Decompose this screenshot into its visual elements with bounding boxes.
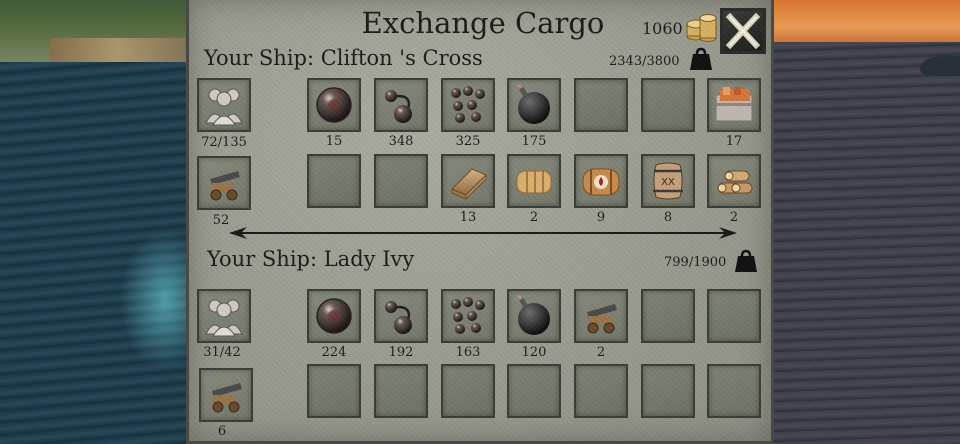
empty-cargo-slot[interactable] bbox=[574, 364, 628, 418]
empty-cargo-slot[interactable] bbox=[707, 289, 761, 343]
logs-count: 2 bbox=[729, 210, 739, 225]
grapeshot-slot[interactable] bbox=[441, 78, 495, 132]
rum-barrel-slot[interactable] bbox=[574, 154, 628, 208]
cannon-icon bbox=[579, 294, 623, 338]
bomb-count: 175 bbox=[521, 134, 547, 149]
close-button[interactable] bbox=[720, 8, 766, 54]
chain-shot-icon bbox=[379, 83, 423, 127]
weight-icon bbox=[735, 249, 757, 272]
empty-cargo-slot[interactable] bbox=[574, 78, 628, 132]
sky-right bbox=[770, 0, 960, 45]
ship1-cannons-slot[interactable] bbox=[197, 156, 251, 210]
crew-icon bbox=[202, 294, 246, 338]
crate-count: 17 bbox=[725, 134, 743, 149]
ship1-weight: 2343/3800 bbox=[609, 54, 680, 69]
ship1-crew-count: 72/135 bbox=[201, 135, 247, 150]
cannonball-count: 15 bbox=[325, 134, 343, 149]
planks-count: 13 bbox=[459, 210, 477, 225]
empty-cargo-slot[interactable] bbox=[441, 364, 495, 418]
crate-slot[interactable] bbox=[707, 78, 761, 132]
ship2-cannon-count: 6 bbox=[217, 424, 227, 439]
cannonball-slot[interactable] bbox=[307, 289, 361, 343]
cannonball-icon bbox=[312, 294, 356, 338]
chain-shot-slot[interactable] bbox=[374, 78, 428, 132]
crew-icon bbox=[202, 83, 246, 127]
chain-shot-icon bbox=[379, 294, 423, 338]
chain-shot-slot[interactable] bbox=[374, 289, 428, 343]
barrel-icon bbox=[646, 159, 690, 203]
empty-cargo-slot[interactable] bbox=[374, 364, 428, 418]
ship2-cannons-slot[interactable] bbox=[199, 368, 253, 422]
empty-cargo-slot[interactable] bbox=[641, 364, 695, 418]
sailcloth-slot[interactable] bbox=[507, 154, 561, 208]
sea-right bbox=[770, 42, 960, 444]
cannonball-icon bbox=[312, 83, 356, 127]
sailcloth-icon bbox=[512, 159, 556, 203]
gold-amount: 1060 bbox=[642, 19, 683, 38]
planks-icon bbox=[446, 159, 490, 203]
grapeshot-icon bbox=[446, 83, 490, 127]
grapeshot-count: 325 bbox=[455, 134, 481, 149]
cannon-slot[interactable] bbox=[574, 289, 628, 343]
empty-cargo-slot[interactable] bbox=[307, 154, 361, 208]
cannon-icon bbox=[204, 373, 248, 417]
sailcloth-count: 2 bbox=[529, 210, 539, 225]
logs-slot[interactable] bbox=[707, 154, 761, 208]
exchange-cargo-panel: Exchange Cargo 1060 Your Ship: Clifton '… bbox=[186, 0, 774, 444]
weight-icon bbox=[690, 47, 712, 70]
chain-shot-count: 348 bbox=[388, 134, 414, 149]
ship1-name: Your Ship: Clifton 's Cross bbox=[204, 46, 483, 70]
bomb-count: 120 bbox=[521, 345, 547, 360]
logs-icon bbox=[712, 159, 756, 203]
rum-barrel-count: 9 bbox=[596, 210, 606, 225]
ship1-crew-slot[interactable] bbox=[197, 78, 251, 132]
ship2-crew-count: 31/42 bbox=[203, 345, 241, 360]
ship2-name: Your Ship: Lady Ivy bbox=[207, 247, 415, 271]
close-x-icon bbox=[725, 12, 761, 50]
bomb-slot[interactable] bbox=[507, 289, 561, 343]
barrel-count: 8 bbox=[663, 210, 673, 225]
crate-icon bbox=[712, 83, 756, 127]
empty-cargo-slot[interactable] bbox=[507, 364, 561, 418]
bomb-icon bbox=[512, 83, 556, 127]
chain-shot-count: 192 bbox=[388, 345, 414, 360]
bomb-slot[interactable] bbox=[507, 78, 561, 132]
grapeshot-icon bbox=[446, 294, 490, 338]
divider-arrow bbox=[229, 227, 737, 239]
cannon-icon bbox=[202, 161, 246, 205]
empty-cargo-slot[interactable] bbox=[374, 154, 428, 208]
grapeshot-slot[interactable] bbox=[441, 289, 495, 343]
cannonball-count: 224 bbox=[321, 345, 347, 360]
cannon-count: 2 bbox=[596, 345, 606, 360]
empty-cargo-slot[interactable] bbox=[707, 364, 761, 418]
cannonball-slot[interactable] bbox=[307, 78, 361, 132]
rock bbox=[920, 56, 960, 76]
grapeshot-count: 163 bbox=[455, 345, 481, 360]
empty-cargo-slot[interactable] bbox=[307, 364, 361, 418]
rum-barrel-icon bbox=[579, 159, 623, 203]
empty-cargo-slot[interactable] bbox=[641, 289, 695, 343]
ship2-weight: 799/1900 bbox=[664, 255, 727, 270]
ship2-crew-slot[interactable] bbox=[197, 289, 251, 343]
bomb-icon bbox=[512, 294, 556, 338]
barrel-slot[interactable] bbox=[641, 154, 695, 208]
coins-icon bbox=[686, 14, 717, 42]
empty-cargo-slot[interactable] bbox=[641, 78, 695, 132]
planks-slot[interactable] bbox=[441, 154, 495, 208]
